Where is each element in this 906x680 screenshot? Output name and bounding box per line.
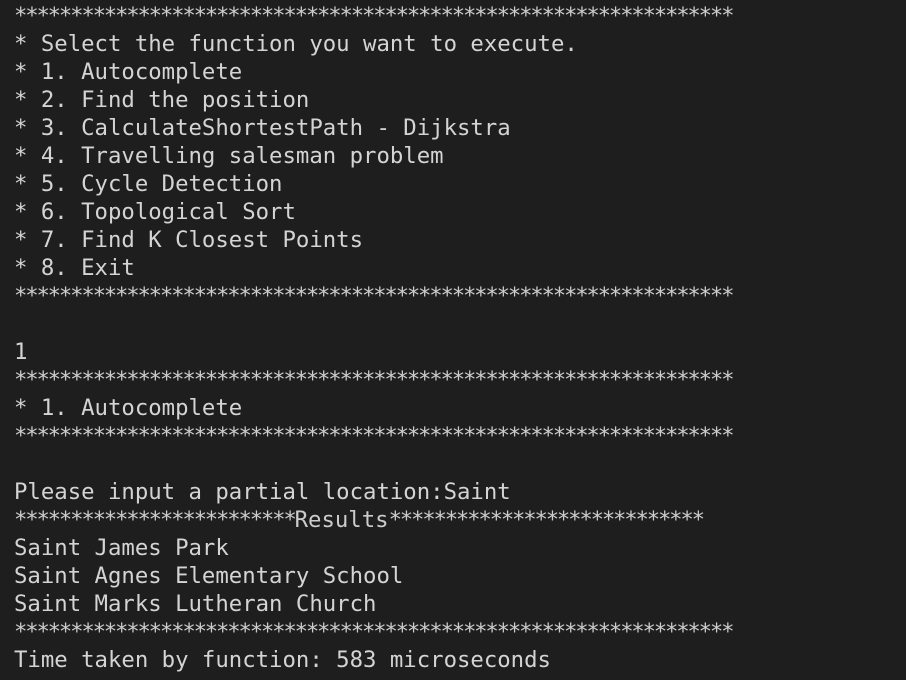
- separator-line: ****************************************…: [14, 3, 735, 29]
- result-item: Saint Marks Lutheran Church: [14, 591, 377, 617]
- terminal-output: ****************************************…: [14, 2, 735, 674]
- menu-item-find-position: * 2. Find the position: [14, 87, 310, 113]
- results-header-right-stars: ****************************: [388, 507, 705, 533]
- menu-item-topological-sort: * 6. Topological Sort: [14, 199, 296, 225]
- result-item: Saint Agnes Elementary School: [14, 563, 404, 589]
- separator-line: ****************************************…: [14, 423, 735, 449]
- menu-item-dijkstra: * 3. CalculateShortestPath - Dijkstra: [14, 115, 511, 141]
- result-item: Saint James Park: [14, 535, 229, 561]
- separator-line: ****************************************…: [14, 367, 735, 393]
- terminal-window[interactable]: ****************************************…: [0, 0, 906, 680]
- menu-prompt: * Select the function you want to execut…: [14, 31, 578, 57]
- menu-item-exit: * 8. Exit: [14, 255, 135, 281]
- input-value: Saint: [443, 479, 511, 505]
- menu-item-tsp: * 4. Travelling salesman problem: [14, 143, 444, 169]
- input-prompt: Please input a partial location:: [14, 479, 444, 505]
- timing-line: Time taken by function: 583 microseconds: [14, 647, 551, 673]
- menu-item-autocomplete: * 1. Autocomplete: [14, 59, 243, 85]
- selected-function-title: * 1. Autocomplete: [14, 395, 243, 421]
- results-header-label: Results: [294, 507, 389, 533]
- input-line: Please input a partial location:Saint: [14, 478, 732, 506]
- separator-line: ****************************************…: [14, 619, 735, 645]
- separator-line: ****************************************…: [14, 283, 735, 309]
- menu-item-cycle-detection: * 5. Cycle Detection: [14, 171, 283, 197]
- results-header-left-stars: *************************: [14, 507, 297, 533]
- menu-item-k-closest: * 7. Find K Closest Points: [14, 227, 364, 253]
- results-header: *************************Results********…: [14, 506, 732, 534]
- user-choice: 1: [14, 339, 28, 365]
